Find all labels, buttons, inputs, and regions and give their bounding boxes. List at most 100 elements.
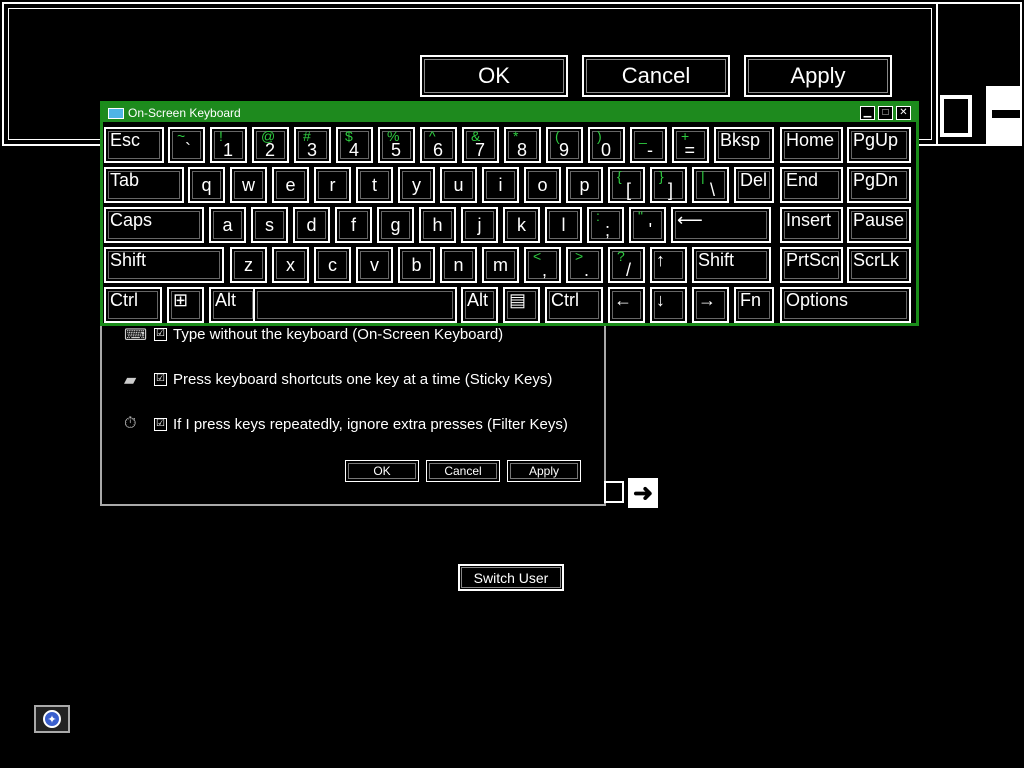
key-q[interactable]: q bbox=[188, 167, 225, 203]
password-field-edge[interactable] bbox=[604, 481, 624, 503]
key-o[interactable]: o bbox=[524, 167, 561, 203]
key-y[interactable]: y bbox=[398, 167, 435, 203]
key-end[interactable]: End bbox=[780, 167, 843, 203]
dialog-ok-button[interactable]: OK bbox=[345, 460, 419, 482]
key-sym[interactable]: " ' bbox=[629, 207, 666, 243]
mag-cancel-button[interactable]: Cancel bbox=[582, 55, 730, 97]
key-sym[interactable]: ↑ bbox=[650, 247, 687, 283]
key-caps[interactable]: Caps bbox=[104, 207, 204, 243]
key-bksp[interactable]: Bksp bbox=[714, 127, 774, 163]
key-9[interactable]: (9 bbox=[546, 127, 583, 163]
key-home[interactable]: Home bbox=[780, 127, 843, 163]
key-i[interactable]: i bbox=[482, 167, 519, 203]
dialog-cancel-button[interactable]: Cancel bbox=[426, 460, 500, 482]
key-scrlk[interactable]: ScrLk bbox=[847, 247, 911, 283]
key-p[interactable]: p bbox=[566, 167, 603, 203]
key-sym[interactable]: ? / bbox=[608, 247, 645, 283]
key-alt[interactable]: Alt bbox=[209, 287, 257, 323]
key-m[interactable]: m bbox=[482, 247, 519, 283]
key-c[interactable]: c bbox=[314, 247, 351, 283]
key-b[interactable]: b bbox=[398, 247, 435, 283]
key-ctrl[interactable]: Ctrl bbox=[104, 287, 162, 323]
zoom-out-icon[interactable] bbox=[986, 86, 1022, 144]
key-insert[interactable]: Insert bbox=[780, 207, 843, 243]
key-z[interactable]: z bbox=[230, 247, 267, 283]
key-del[interactable]: Del bbox=[734, 167, 774, 203]
key-alt[interactable]: Alt bbox=[461, 287, 498, 323]
key-pgdn[interactable]: PgDn bbox=[847, 167, 911, 203]
key-pause[interactable]: Pause bbox=[847, 207, 911, 243]
key-k[interactable]: k bbox=[503, 207, 540, 243]
key-sym[interactable]: ⊞ bbox=[167, 287, 204, 323]
key-sym[interactable]: ← bbox=[608, 287, 645, 323]
ease-of-access-button[interactable]: ✦ bbox=[34, 705, 70, 733]
key-d[interactable]: d bbox=[293, 207, 330, 243]
key-0[interactable]: ) 0 bbox=[588, 127, 625, 163]
key-sym[interactable]: :; bbox=[587, 207, 624, 243]
mag-ok-button[interactable]: OK bbox=[420, 55, 568, 97]
close-button[interactable]: ✕ bbox=[896, 106, 911, 120]
key-s[interactable]: s bbox=[251, 207, 288, 243]
key-r[interactable]: r bbox=[314, 167, 351, 203]
switch-user-button[interactable]: Switch User bbox=[458, 564, 564, 591]
key-8[interactable]: * 8 bbox=[504, 127, 541, 163]
key-n[interactable]: n bbox=[440, 247, 477, 283]
key-sym[interactable]: _ - bbox=[630, 127, 667, 163]
submit-arrow-icon[interactable]: ➜ bbox=[628, 478, 658, 508]
minimize-button[interactable]: ▁ bbox=[860, 106, 875, 120]
key-shift-label: < bbox=[533, 248, 542, 264]
key-h[interactable]: h bbox=[419, 207, 456, 243]
key-esc[interactable]: Esc bbox=[104, 127, 164, 163]
key-e[interactable]: e bbox=[272, 167, 309, 203]
key-sym[interactable]: >. bbox=[566, 247, 603, 283]
dialog-apply-button[interactable]: Apply bbox=[507, 460, 581, 482]
mag-apply-button[interactable]: Apply bbox=[744, 55, 892, 97]
key-t[interactable]: t bbox=[356, 167, 393, 203]
key-ctrl[interactable]: Ctrl bbox=[545, 287, 603, 323]
key-sym[interactable]: ▤ bbox=[503, 287, 540, 323]
option-sticky-keys[interactable]: ▰ ☑ Press keyboard shortcuts one key at … bbox=[124, 371, 552, 389]
key-sym[interactable]: ↓ bbox=[650, 287, 687, 323]
key-sym[interactable]: ~ ` bbox=[168, 127, 205, 163]
key-1[interactable]: ! 1 bbox=[210, 127, 247, 163]
key-2[interactable]: @2 bbox=[252, 127, 289, 163]
key-sym[interactable]: {[ bbox=[608, 167, 645, 203]
option-on-screen-keyboard[interactable]: ⌨ ☑ Type without the keyboard (On-Screen… bbox=[124, 326, 503, 344]
key-shift[interactable]: Shift bbox=[104, 247, 224, 283]
key-shift[interactable]: Shift bbox=[692, 247, 771, 283]
key-tab[interactable]: Tab bbox=[104, 167, 184, 203]
key-5[interactable]: % 5 bbox=[378, 127, 415, 163]
key-f[interactable]: f bbox=[335, 207, 372, 243]
key-4[interactable]: $4 bbox=[336, 127, 373, 163]
key-sym[interactable]: + = bbox=[672, 127, 709, 163]
key-pgup[interactable]: PgUp bbox=[847, 127, 911, 163]
key-a[interactable]: a bbox=[209, 207, 246, 243]
key-g[interactable]: g bbox=[377, 207, 414, 243]
key-6[interactable]: ^ 6 bbox=[420, 127, 457, 163]
key-x[interactable]: x bbox=[272, 247, 309, 283]
key-sym[interactable]: <, bbox=[524, 247, 561, 283]
key-l[interactable]: l bbox=[545, 207, 582, 243]
option-filter-keys[interactable]: ⏱ ☑ If I press keys repeatedly, ignore e… bbox=[124, 415, 568, 434]
option-checkbox[interactable]: ☑ bbox=[154, 373, 167, 386]
key-3[interactable]: #3 bbox=[294, 127, 331, 163]
key-sym[interactable]: }] bbox=[650, 167, 687, 203]
key-label: r bbox=[329, 175, 336, 195]
key-u[interactable]: u bbox=[440, 167, 477, 203]
option-checkbox[interactable]: ☑ bbox=[154, 328, 167, 341]
key-j[interactable]: j bbox=[461, 207, 498, 243]
key-w[interactable]: w bbox=[230, 167, 267, 203]
key-sym[interactable]: → bbox=[692, 287, 729, 323]
key-v[interactable]: v bbox=[356, 247, 393, 283]
key-prtscn[interactable]: PrtScn bbox=[780, 247, 843, 283]
osk-title-bar[interactable]: On-Screen Keyboard ▁ □ ✕ bbox=[103, 104, 916, 122]
key-options[interactable]: Options bbox=[780, 287, 911, 323]
key-shift-label: { bbox=[617, 168, 622, 184]
key-7[interactable]: & 7 bbox=[462, 127, 499, 163]
key-fn[interactable]: Fn bbox=[734, 287, 774, 323]
key-sym[interactable]: | \ bbox=[692, 167, 729, 203]
key-sym[interactable]: ⟵ bbox=[671, 207, 771, 243]
maximize-button[interactable]: □ bbox=[878, 106, 893, 120]
key-space[interactable] bbox=[253, 287, 457, 323]
option-checkbox[interactable]: ☑ bbox=[154, 418, 167, 431]
